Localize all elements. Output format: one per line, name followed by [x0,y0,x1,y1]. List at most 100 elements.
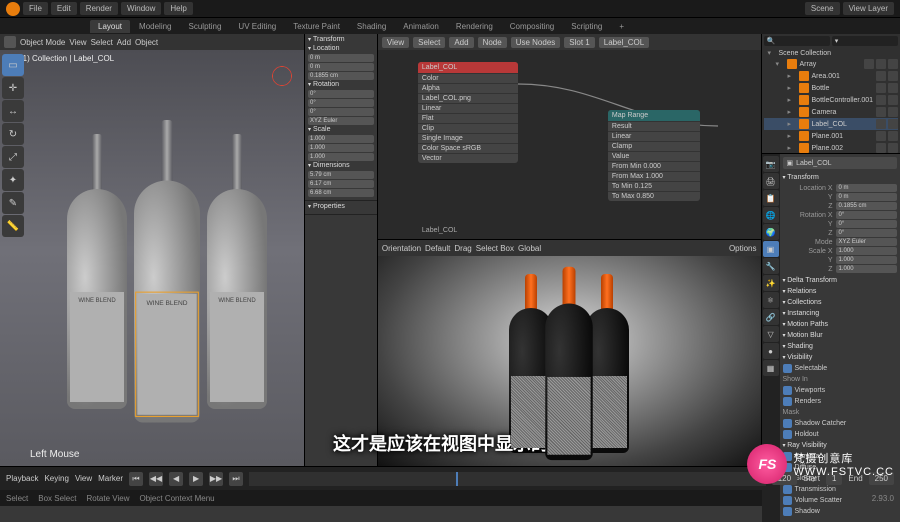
rot-z[interactable]: 0° [308,108,374,116]
tree-camera[interactable]: ▸Camera [764,106,898,118]
playhead[interactable] [456,472,458,486]
tree-label-col[interactable]: ▸Label_COL [764,118,898,130]
loc-z-fld[interactable]: 0.1855 cm [836,202,897,210]
ws-modeling[interactable]: Modeling [131,20,179,33]
tab-world[interactable]: 🌍 [763,224,779,240]
ne-slot[interactable]: Slot 1 [564,37,594,48]
tab-output[interactable]: 🖨 [763,173,779,189]
tab-object[interactable]: ▣ [763,241,779,257]
play-rev-icon[interactable]: ◀ [169,472,183,486]
tool-cursor[interactable]: ✛ [2,77,24,99]
rot-y[interactable]: 0° [308,99,374,107]
next-key-icon[interactable]: ▶▶ [209,472,223,486]
viewports-chk[interactable]: Viewports [783,385,897,396]
ws-layout[interactable]: Layout [90,20,130,33]
delta-transform-section[interactable]: Delta Transform [783,275,897,286]
scale-z[interactable]: 1.000 [308,153,374,161]
dim-x[interactable]: 5.79 cm [308,171,374,179]
tab-texture[interactable]: ▦ [763,360,779,376]
rot-x[interactable]: 0° [308,90,374,98]
tab-material[interactable]: ● [763,343,779,359]
loc-x[interactable]: 0 m [308,54,374,62]
s-drag[interactable]: Drag [454,244,471,253]
tab-constraints[interactable]: 🔗 [763,309,779,325]
ws-uv[interactable]: UV Editing [230,20,284,33]
to-max[interactable]: To Max 0.850 [608,191,700,201]
jump-start-icon[interactable]: ⏮ [129,472,143,486]
tool-annotate[interactable]: ✎ [2,192,24,214]
transform-header[interactable]: Transform [308,36,374,43]
loc-y[interactable]: 0 m [308,63,374,71]
shadow-catcher-chk[interactable]: Shadow Catcher [783,418,897,429]
tree-bottlecontroller[interactable]: ▸BottleController.001 [764,94,898,106]
s-selbox[interactable]: Select Box [476,244,514,253]
object-name-field[interactable]: ▣Label_COL [783,157,897,169]
shading-section[interactable]: Shading [783,341,897,352]
socket-alpha[interactable]: Alpha [418,83,518,93]
tree-area[interactable]: ▸Area.001 [764,70,898,82]
s-global[interactable]: Global [518,244,541,253]
loc-z[interactable]: 0.1855 cm [308,72,374,80]
interp-type[interactable]: Linear [608,131,700,141]
source[interactable]: Single Image [418,133,518,143]
scale-y-fld[interactable]: 1.000 [836,256,897,264]
scale-y[interactable]: 1.000 [308,144,374,152]
scale-z-fld[interactable]: 1.000 [836,265,897,273]
rot-mode[interactable]: XYZ Euler [308,117,374,125]
ne-use-nodes[interactable]: Use Nodes [511,37,561,48]
ray-shadow[interactable]: Shadow [783,506,897,517]
visibility-section[interactable]: Visibility [783,352,897,363]
colorspace[interactable]: Color Space sRGB [418,143,518,153]
menu-render[interactable]: Render [80,2,118,15]
loc-y-fld[interactable]: 0 m [836,193,897,201]
projection[interactable]: Flat [418,113,518,123]
motion-blur-section[interactable]: Motion Blur [783,330,897,341]
mode-fld[interactable]: XYZ Euler [836,238,897,246]
prev-key-icon[interactable]: ◀◀ [149,472,163,486]
tab-modifiers[interactable]: 🔧 [763,258,779,274]
collections-section[interactable]: Collections [783,297,897,308]
socket-color[interactable]: Color [418,73,518,83]
rot-y-fld[interactable]: 0° [836,220,897,228]
motion-paths-section[interactable]: Motion Paths [783,319,897,330]
extension[interactable]: Clip [418,123,518,133]
interp[interactable]: Linear [418,103,518,113]
ne-material[interactable]: Label_COL [599,37,649,48]
dim-y[interactable]: 6.17 cm [308,180,374,188]
jump-end-icon[interactable]: ⏭ [229,472,243,486]
view-layer-field[interactable]: View Layer [843,2,894,15]
renders-chk[interactable]: Renders [783,396,897,407]
bottle-gray-center[interactable]: WINE BLEND [128,120,205,428]
tl-marker[interactable]: Marker [98,474,123,483]
tree-plane1[interactable]: ▸Plane.001 [764,130,898,142]
scene-field[interactable]: Scene [805,2,840,15]
n-properties[interactable]: Properties [308,203,374,210]
tool-transform[interactable]: ✦ [2,169,24,191]
loc-x-fld[interactable]: 0 m [836,184,897,192]
hdr-add[interactable]: Add [117,38,131,47]
tab-viewlayer[interactable]: 📋 [763,190,779,206]
s-options[interactable]: Options [729,244,757,253]
selectable-chk[interactable]: Selectable [783,363,897,374]
node-canvas[interactable]: Label_COL Color Alpha Label_COL.png Line… [378,50,761,240]
socket-value[interactable]: Value [608,151,700,161]
outliner-search[interactable]: 🔍 [764,36,830,46]
ws-texpaint[interactable]: Texture Paint [285,20,348,33]
tree-bottle[interactable]: ▸Bottle [764,82,898,94]
transform-section[interactable]: Transform [783,172,897,183]
tree-array[interactable]: ▾Array [764,58,898,70]
tool-select[interactable]: ▭ [2,54,24,76]
ne-node[interactable]: Node [478,37,507,48]
editor-type-icon[interactable] [4,36,16,48]
ws-anim[interactable]: Animation [395,20,447,33]
from-min[interactable]: From Min 0.000 [608,161,700,171]
tool-move[interactable]: ↔ [2,100,24,122]
3d-viewport[interactable]: Object Mode View Select Add Object (1) C… [0,34,305,466]
node-editor[interactable]: View Select Add Node Use Nodes Slot 1 La… [378,34,761,240]
ws-render[interactable]: Rendering [448,20,501,33]
ne-add[interactable]: Add [449,37,473,48]
clamp-chk[interactable]: Clamp [608,141,700,151]
from-max[interactable]: From Max 1.000 [608,171,700,181]
image-texture-node[interactable]: Label_COL Color Alpha Label_COL.png Line… [418,62,518,163]
tool-measure[interactable]: 📏 [2,215,24,237]
